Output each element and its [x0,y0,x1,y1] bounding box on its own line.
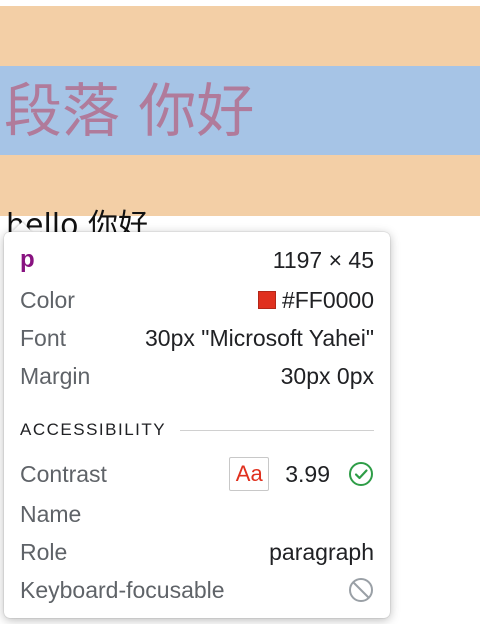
tooltip-arrow [12,222,32,232]
font-label: Font [20,324,67,351]
name-row: Name [20,498,374,530]
accessibility-section-header: ACCESSIBILITY [20,418,374,442]
margin-value: 30px 0px [280,362,374,389]
role-row: Role paragraph [20,536,374,568]
tooltip-header-row: p 1197 × 45 [20,244,374,276]
role-label: Role [20,538,68,565]
contrast-value: Aa 3.99 [229,457,374,491]
keyboard-focusable-row: Keyboard-focusable [20,574,374,606]
margin-overlay-top [0,6,480,66]
role-value: paragraph [269,538,374,565]
contrast-label: Contrast [20,460,107,487]
page: 段落 你好 hello 你好 p 1197 × 45 Color #FF0000… [0,0,480,624]
contrast-ratio: 3.99 [285,460,330,487]
contrast-row: Contrast Aa 3.99 [20,457,374,491]
check-circle-icon [348,461,374,487]
contrast-sample: Aa [229,457,270,491]
paragraph-text: 段落 你好 [4,77,255,145]
color-value: #FF0000 [257,286,374,314]
margin-row: Margin 30px 0px [20,360,374,392]
margin-label: Margin [20,362,91,389]
element-tag: p [20,246,35,273]
keyboard-focusable-label: Keyboard-focusable [20,576,225,603]
font-value: 30px "Microsoft Yahei" [145,324,374,351]
font-row: Font 30px "Microsoft Yahei" [20,322,374,354]
inspect-tooltip: p 1197 × 45 Color #FF0000 Font 30px "Mic… [4,232,390,618]
not-allowed-icon [348,577,374,603]
section-divider [180,429,374,431]
color-label: Color [20,286,75,313]
element-size: 1197 × 45 [272,246,374,273]
name-label: Name [20,500,82,527]
keyboard-focusable-value [330,577,374,603]
color-swatch [257,291,276,309]
accessibility-header-text: ACCESSIBILITY [20,420,167,439]
color-row: Color #FF0000 [20,284,374,316]
color-hex-text: #FF0000 [281,286,374,313]
